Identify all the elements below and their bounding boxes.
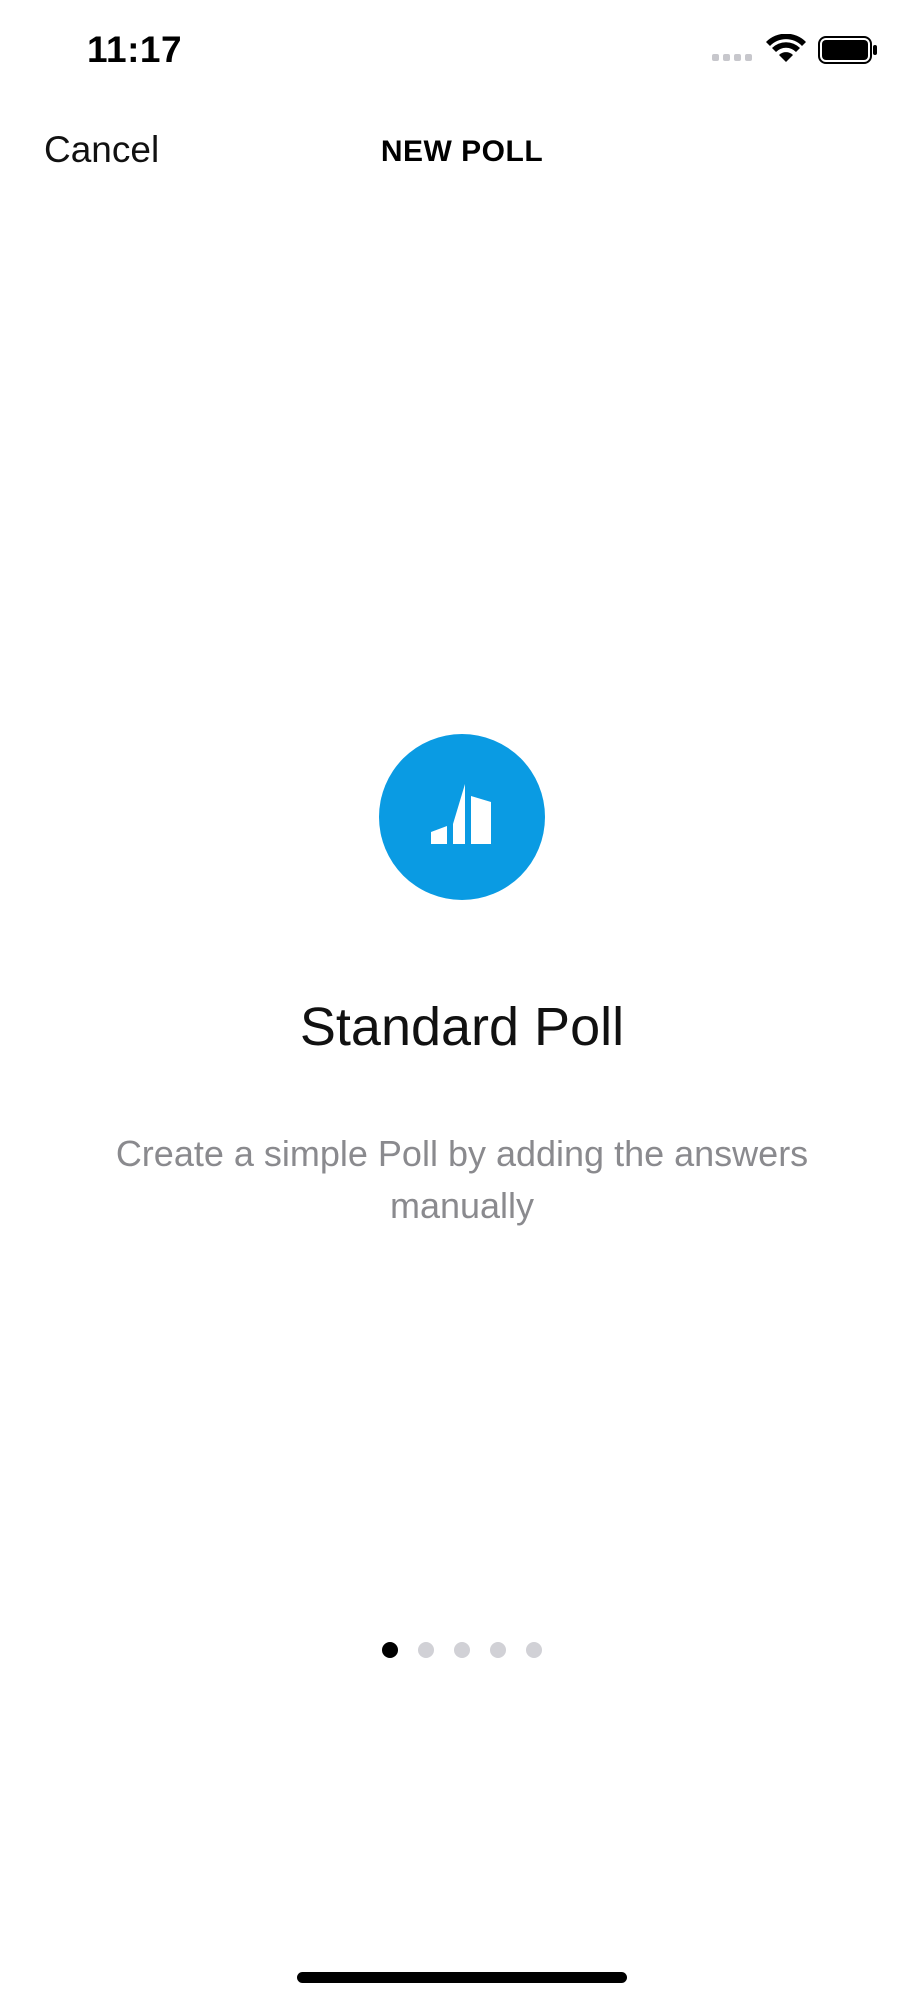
battery-icon xyxy=(818,36,877,64)
bar-chart-icon xyxy=(379,734,545,900)
status-bar: 11:17 xyxy=(0,0,924,100)
poll-type-title: Standard Poll xyxy=(299,997,625,1057)
page-indicator[interactable] xyxy=(0,1642,924,1658)
home-indicator[interactable] xyxy=(297,1972,627,1983)
poll-type-description: Create a simple Poll by adding the answe… xyxy=(115,1133,809,1226)
page-title: NEW POLL xyxy=(380,135,544,168)
status-time: 11:17 xyxy=(87,29,183,70)
page-dot-5[interactable] xyxy=(526,1642,542,1658)
wifi-icon xyxy=(766,34,806,62)
nav-bar: Cancel NEW POLL xyxy=(0,110,924,190)
page-dot-3[interactable] xyxy=(454,1642,470,1658)
page-dot-2[interactable] xyxy=(418,1642,434,1658)
signal-icon xyxy=(712,54,752,61)
page-dot-1[interactable] xyxy=(382,1642,398,1658)
page-dot-4[interactable] xyxy=(490,1642,506,1658)
